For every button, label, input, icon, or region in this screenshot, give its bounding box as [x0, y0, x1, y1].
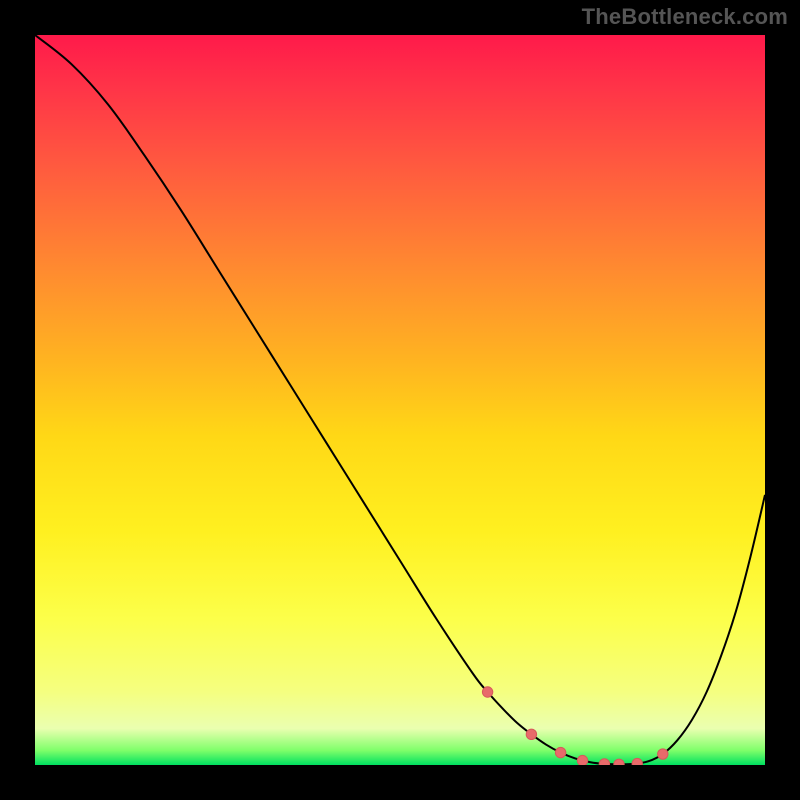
watermark: TheBottleneck.com — [582, 4, 788, 30]
marker-dot — [526, 729, 536, 739]
plot-area — [35, 35, 765, 765]
chart-container: TheBottleneck.com — [0, 0, 800, 800]
marker-dot — [482, 687, 492, 697]
marker-dot — [632, 758, 642, 765]
marker-dot — [658, 749, 668, 759]
marker-group — [482, 687, 668, 765]
curve-overlay — [35, 35, 765, 765]
marker-dot — [577, 755, 587, 765]
bottleneck-curve — [35, 35, 765, 764]
marker-dot — [614, 759, 624, 765]
marker-dot — [555, 747, 565, 757]
marker-dot — [599, 759, 609, 765]
